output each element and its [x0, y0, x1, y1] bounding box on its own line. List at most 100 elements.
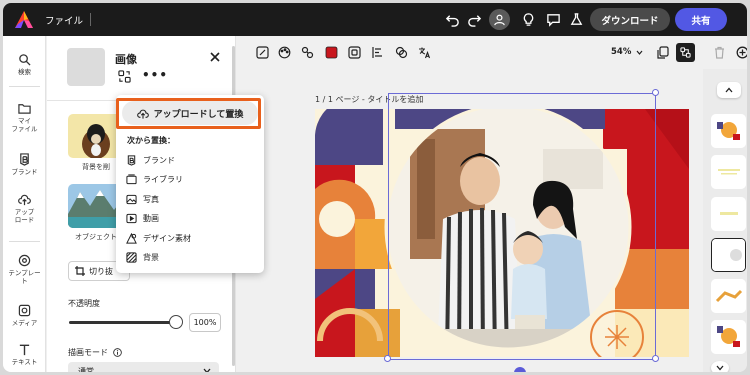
- rail-item-my-files[interactable]: マイ ファイル: [3, 102, 46, 133]
- share-button[interactable]: 共有: [675, 8, 727, 31]
- palette-icon[interactable]: [278, 46, 291, 59]
- opacity-input[interactable]: 100%: [189, 313, 221, 332]
- scroll-up-button[interactable]: [717, 82, 741, 98]
- lightbulb-icon[interactable]: [519, 10, 538, 29]
- layers-button[interactable]: [676, 43, 695, 62]
- divider: [90, 13, 91, 26]
- brand-icon: [20, 153, 29, 166]
- rail-item-search[interactable]: 検索: [3, 53, 46, 76]
- blend-mode-text: 描画モード: [68, 348, 108, 357]
- app-window: ファイル ダウンロード 共有 検索 マイ ファイル ブランド アップ ロード テ…: [3, 3, 747, 372]
- rail-item-media[interactable]: メディア: [3, 304, 46, 327]
- menu-item-brand[interactable]: ブランド: [126, 155, 175, 166]
- selection-box[interactable]: [388, 93, 656, 360]
- rail-item-upload[interactable]: アップ ロード: [3, 193, 46, 224]
- opacity-label: 不透明度: [68, 299, 100, 308]
- menu-item-label: ブランド: [143, 156, 175, 165]
- menu-item-label: 背景: [143, 253, 159, 262]
- layers-icon: [680, 47, 691, 58]
- background-icon: [126, 252, 137, 263]
- translate-icon[interactable]: [418, 46, 431, 59]
- blend-mode-value: 通常: [78, 366, 94, 373]
- download-button[interactable]: ダウンロード: [590, 8, 670, 31]
- menu-item-background[interactable]: 背景: [126, 252, 159, 263]
- menu-item-label: 写真: [143, 195, 159, 204]
- user-avatar-icon[interactable]: [489, 9, 510, 30]
- add-page-icon[interactable]: [736, 46, 747, 59]
- divider: [9, 86, 40, 87]
- effects-icon[interactable]: [395, 46, 408, 59]
- search-icon: [19, 54, 31, 66]
- fill-color-swatch[interactable]: [325, 46, 338, 59]
- animation-icon[interactable]: [301, 46, 314, 59]
- chevron-down-icon: [716, 365, 724, 371]
- chevron-down-icon: [203, 368, 211, 372]
- menu-item-design-asset[interactable]: デザイン素材: [126, 233, 191, 244]
- close-icon[interactable]: [208, 50, 222, 64]
- resize-handle[interactable]: [652, 355, 659, 362]
- rail-label: 検索: [18, 68, 31, 76]
- resize-handle[interactable]: [384, 355, 391, 362]
- crop-icon: [75, 266, 85, 276]
- page-thumbnail[interactable]: [711, 320, 746, 354]
- image-thumbnail: [67, 48, 105, 86]
- comment-icon[interactable]: [544, 10, 563, 29]
- redo-icon[interactable]: [465, 10, 484, 29]
- template-icon: [18, 254, 31, 267]
- resize-handle[interactable]: [652, 89, 659, 96]
- opacity-slider[interactable]: [69, 321, 175, 324]
- rail-label: テキスト: [11, 358, 38, 366]
- zoom-level[interactable]: 54%: [611, 47, 631, 57]
- duplicate-page-icon[interactable]: [656, 46, 669, 59]
- undo-icon[interactable]: [443, 10, 462, 29]
- video-icon: [126, 213, 137, 224]
- more-options-icon[interactable]: •••: [142, 68, 168, 82]
- design-asset-icon: [126, 233, 137, 244]
- chevron-up-icon: [725, 87, 733, 93]
- rail-item-templates[interactable]: テンプレー ト: [3, 254, 46, 285]
- object-thumbnail[interactable]: [68, 184, 123, 228]
- upload-icon: [18, 194, 31, 206]
- menu-item-label: 動画: [143, 214, 159, 223]
- page-thumbnail[interactable]: [711, 197, 746, 231]
- menu-item-video[interactable]: 動画: [126, 213, 159, 224]
- adobe-express-logo[interactable]: [15, 11, 33, 28]
- rotate-handle-icon[interactable]: [514, 367, 526, 372]
- rail-item-text[interactable]: テキスト: [3, 343, 46, 366]
- rail-label: マイ ファイル: [11, 117, 38, 134]
- divider: [9, 241, 40, 242]
- align-icon[interactable]: [371, 46, 384, 59]
- pages-pane: [703, 69, 747, 372]
- canvas-toolbar: 54%: [243, 36, 747, 69]
- remove-background-thumbnail[interactable]: [68, 114, 123, 158]
- page-thumbnail[interactable]: [711, 155, 746, 189]
- top-bar: ファイル ダウンロード 共有: [3, 3, 747, 36]
- text-icon: [19, 344, 30, 356]
- library-icon: [126, 174, 137, 185]
- folder-icon: [18, 104, 31, 114]
- upload-button-highlight: [116, 98, 261, 129]
- edit-image-icon[interactable]: [256, 46, 269, 59]
- info-icon[interactable]: [113, 348, 122, 357]
- rail-label: テンプレー ト: [8, 269, 41, 286]
- flask-icon[interactable]: [567, 10, 586, 29]
- blend-mode-select[interactable]: 通常: [68, 362, 219, 372]
- page-thumbnail-selected[interactable]: [711, 238, 746, 272]
- page-thumbnail[interactable]: [711, 279, 746, 313]
- scroll-down-button[interactable]: [711, 361, 729, 372]
- rail-item-brand[interactable]: ブランド: [3, 153, 46, 176]
- rail-label: メディア: [11, 319, 38, 327]
- replace-image-icon[interactable]: [118, 70, 131, 83]
- blend-mode-label: 描画モード: [68, 347, 122, 358]
- menu-item-photo[interactable]: 写真: [126, 194, 159, 205]
- media-icon: [18, 304, 31, 317]
- file-menu[interactable]: ファイル: [45, 13, 83, 27]
- page-thumbnail[interactable]: [711, 114, 746, 148]
- delete-icon[interactable]: [713, 46, 726, 59]
- menu-item-label: デザイン素材: [143, 234, 191, 243]
- opacity-slider-handle[interactable]: [169, 315, 183, 329]
- chevron-down-icon[interactable]: [636, 50, 643, 55]
- border-icon[interactable]: [348, 46, 361, 59]
- menu-item-library[interactable]: ライブラリ: [126, 174, 183, 185]
- menu-item-label: ライブラリ: [143, 175, 183, 184]
